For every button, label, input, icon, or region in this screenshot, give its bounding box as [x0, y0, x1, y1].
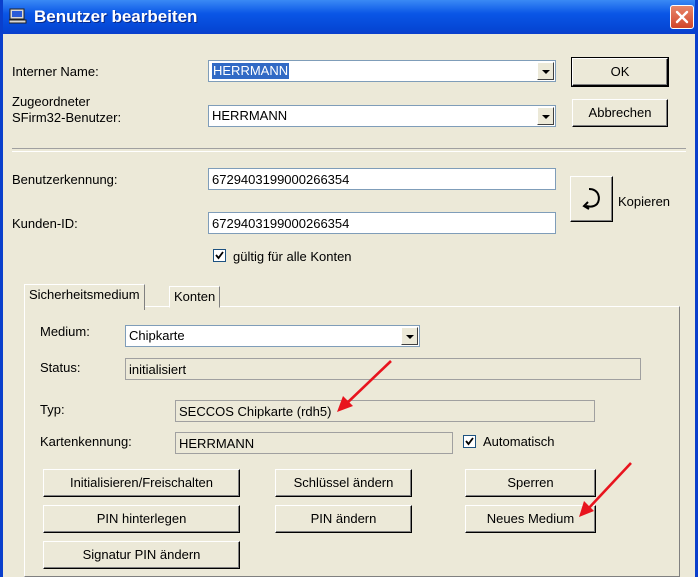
copy-arrow-icon	[582, 188, 600, 210]
store-pin-button[interactable]: PIN hinterlegen	[43, 505, 240, 533]
internal-name-label-text: Interner Name:	[12, 64, 99, 79]
checkmark-icon	[215, 251, 224, 260]
cancel-button-label: Abbrechen	[588, 105, 652, 120]
user-id-value: 6729403199000266354	[212, 172, 350, 187]
init-unlock-label: Initialisieren/Freischalten	[69, 475, 214, 490]
lock-label: Sperren	[507, 475, 554, 490]
tab-accounts-label: Konten	[174, 289, 216, 304]
status-value: initialisiert	[129, 362, 187, 377]
annotation-arrow-new-medium	[579, 462, 632, 517]
change-signature-pin-label: Signatur PIN ändern	[82, 547, 201, 562]
separator	[12, 148, 686, 152]
cancel-button[interactable]: Abbrechen	[572, 99, 668, 127]
internal-name-value: HERRMANN	[212, 63, 290, 79]
new-medium-label: Neues Medium	[486, 511, 575, 526]
copy-label: Kopieren	[618, 194, 671, 209]
type-label: Typ:	[40, 402, 65, 417]
automatic-label: Automatisch	[483, 434, 555, 449]
checkmark-icon	[465, 437, 474, 446]
change-key-button[interactable]: Schlüssel ändern	[275, 469, 412, 497]
tab-security-medium-label: Sicherheitsmedium	[29, 287, 140, 302]
change-signature-pin-button[interactable]: Signatur PIN ändern	[43, 541, 240, 569]
chevron-down-icon[interactable]	[537, 62, 554, 80]
annotation-arrow-type	[337, 360, 392, 412]
assigned-user-value: HERRMANN	[212, 108, 288, 123]
internal-name-combo[interactable]: HERRMANN	[208, 60, 556, 82]
chevron-down-icon[interactable]	[401, 327, 418, 345]
card-id-label: Kartenkennung:	[40, 434, 132, 449]
card-id-value: HERRMANN	[179, 436, 255, 451]
user-id-label: Benutzerkennung:	[12, 172, 118, 187]
valid-all-accounts-checkbox[interactable]	[213, 249, 226, 262]
chevron-down-icon[interactable]	[537, 107, 554, 125]
change-pin-button[interactable]: PIN ändern	[275, 505, 412, 533]
close-icon	[675, 10, 689, 24]
window-title: Benutzer bearbeiten	[34, 7, 198, 26]
medium-value: Chipkarte	[129, 328, 185, 343]
medium-combo[interactable]: Chipkarte	[125, 325, 420, 347]
init-unlock-button[interactable]: Initialisieren/Freischalten	[43, 469, 240, 497]
customer-id-value: 6729403199000266354	[212, 216, 350, 231]
store-pin-label: PIN hinterlegen	[96, 511, 187, 526]
type-value: SECCOS Chipkarte (rdh5)	[179, 404, 332, 419]
automatic-checkbox[interactable]	[463, 435, 476, 448]
assigned-user-label-line2: SFirm32-Benutzer:	[12, 110, 122, 125]
customer-id-label: Kunden-ID:	[12, 216, 78, 231]
ok-button-label: OK	[610, 64, 630, 79]
close-button[interactable]	[670, 5, 694, 29]
dialog-window: Benutzer bearbeiten Interner Name: HERRM…	[0, 0, 698, 577]
copy-button[interactable]	[570, 176, 613, 222]
card-id-field: HERRMANN	[175, 432, 453, 454]
assigned-user-label-line1: Zugeordneter	[12, 94, 91, 109]
status-label: Status:	[40, 360, 81, 375]
title-bar: Benutzer bearbeiten	[3, 0, 695, 34]
assigned-user-combo[interactable]: HERRMANN	[208, 105, 556, 127]
user-id-field[interactable]: 6729403199000266354	[208, 168, 556, 190]
change-key-label: Schlüssel ändern	[293, 475, 394, 490]
tab-security-medium[interactable]: Sicherheitsmedium	[24, 284, 145, 310]
valid-all-accounts-label: gültig für alle Konten	[233, 249, 352, 264]
internal-name-label: Interner Name:	[12, 64, 99, 79]
user-computer-icon	[8, 8, 27, 24]
customer-id-field[interactable]: 6729403199000266354	[208, 212, 556, 234]
change-pin-label: PIN ändern	[310, 511, 377, 526]
ok-button[interactable]: OK	[571, 57, 669, 87]
tab-accounts[interactable]: Konten	[169, 286, 221, 308]
medium-label: Medium:	[40, 324, 90, 339]
